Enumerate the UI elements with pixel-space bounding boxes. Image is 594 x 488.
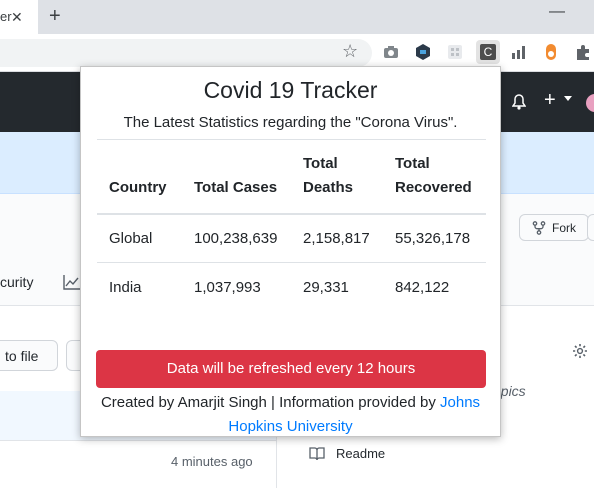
- insights-graph-icon[interactable]: [63, 274, 81, 290]
- bookmark-star-icon[interactable]: ☆: [342, 41, 358, 62]
- tab-title: er: [0, 9, 12, 24]
- header-total-cases: Total Cases: [182, 139, 291, 215]
- avatar[interactable]: [586, 94, 594, 112]
- go-to-file-label: to file: [5, 348, 39, 364]
- book-icon: [309, 447, 325, 461]
- gear-icon[interactable]: [572, 343, 588, 359]
- table-row: India 1,037,993 29,331 842,122: [97, 263, 486, 312]
- credit-prefix: Created by Amarjit Singh | Information p…: [100, 394, 436, 411]
- bars-extension-icon[interactable]: [510, 43, 528, 61]
- fork-icon: [532, 221, 546, 235]
- cell-total-deaths: 29,331: [303, 278, 349, 296]
- grid-extension-icon[interactable]: [446, 43, 464, 61]
- extension-c-letter: C: [480, 44, 496, 60]
- fork-label: Fork: [552, 221, 576, 235]
- covid-tracker-extension-icon[interactable]: C: [476, 40, 500, 64]
- cell-total-cases: 1,037,993: [194, 278, 261, 296]
- cell-country: India: [109, 278, 142, 296]
- table-row: Global 100,238,639 2,158,817 55,326,178: [97, 213, 486, 263]
- hex-extension-icon[interactable]: [414, 43, 432, 61]
- readme-link[interactable]: Readme: [336, 446, 385, 461]
- browser-tabstrip: er ✕ + —: [0, 0, 594, 34]
- puzzle-icon[interactable]: [574, 43, 592, 61]
- screen: er ✕ + — ☆ C + Fork curity to file 4 min…: [0, 0, 594, 488]
- header-total-recovered: Total Recovered: [383, 139, 486, 215]
- cell-total-recovered: 55,326,178: [383, 213, 486, 263]
- fork-count-button[interactable]: [587, 214, 594, 241]
- fork-button[interactable]: Fork: [519, 214, 589, 241]
- create-new-icon[interactable]: +: [544, 89, 556, 112]
- commit-time: 4 minutes ago: [171, 454, 253, 469]
- tab-security[interactable]: curity: [0, 274, 33, 290]
- refresh-notice: Data will be refreshed every 12 hours: [96, 350, 486, 388]
- cell-total-cases: 100,238,639: [182, 213, 291, 263]
- header-country: Country: [97, 139, 182, 215]
- popup-title: Covid 19 Tracker: [203, 77, 378, 103]
- cell-total-deaths: 2,158,817: [291, 213, 383, 263]
- popup-subtitle: The Latest Statistics regarding the "Cor…: [123, 114, 458, 131]
- bell-icon[interactable]: [512, 94, 526, 110]
- address-bar[interactable]: ☆: [0, 39, 372, 67]
- table-header-row: Country Total Cases Total Deaths Total Rec…: [97, 139, 486, 215]
- tab-close-icon[interactable]: ✕: [11, 9, 23, 26]
- new-tab-icon[interactable]: +: [49, 5, 61, 28]
- header-total-deaths: Total Deaths: [291, 139, 383, 215]
- stats-table: Country Total Cases Total Deaths Total Rec…: [97, 139, 486, 312]
- cell-country: Global: [97, 213, 182, 263]
- go-to-file-button[interactable]: to file: [0, 340, 58, 371]
- toggle-extension-icon[interactable]: [542, 43, 560, 61]
- cell-total-recovered: 842,122: [395, 278, 450, 296]
- covid-tracker-popup: Covid 19 Tracker The Latest Statistics r…: [80, 66, 501, 437]
- camera-icon[interactable]: [382, 43, 400, 61]
- caret-down-icon[interactable]: [564, 96, 572, 101]
- credit-text: Created by Amarjit Singh | Information p…: [85, 391, 496, 439]
- browser-tab[interactable]: er ✕: [0, 0, 38, 34]
- minimize-icon[interactable]: —: [549, 3, 565, 21]
